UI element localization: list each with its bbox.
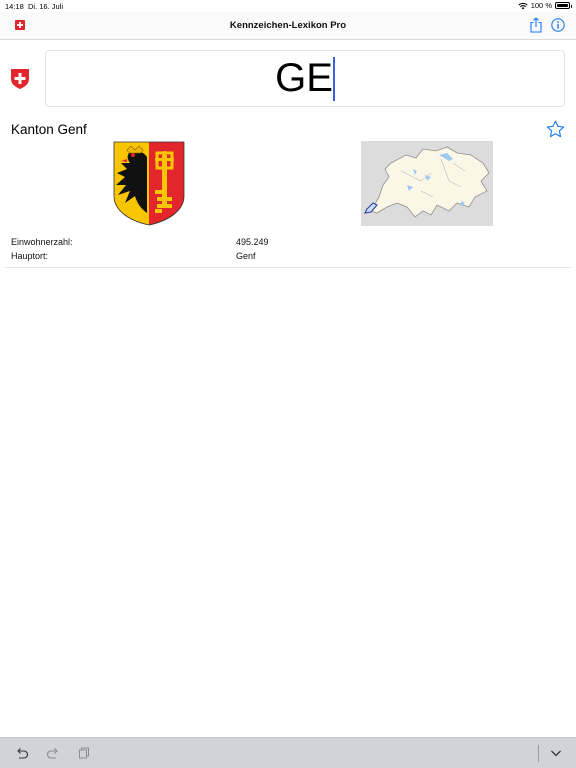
switzerland-locator-map — [361, 141, 493, 226]
plate-code-text: GE — [275, 56, 333, 100]
status-bar: 14:18 Di. 16. Juli 100 % — [0, 0, 576, 12]
fact-label-population: Einwohnerzahl: — [11, 237, 73, 247]
undo-icon[interactable] — [15, 746, 29, 760]
keyboard-shortcut-bar — [0, 737, 576, 768]
status-right: 100 % — [518, 1, 572, 10]
status-time: 14:18 — [5, 2, 24, 11]
status-date: Di. 16. Juli — [28, 2, 64, 11]
section-divider — [5, 267, 571, 268]
redo-icon[interactable] — [46, 746, 60, 760]
navigation-bar: Kennzeichen-Lexikon Pro — [0, 12, 576, 40]
plate-code-input[interactable]: GE — [45, 50, 565, 107]
fact-value-capital: Genf — [236, 251, 256, 261]
wifi-icon — [518, 2, 528, 9]
coat-of-arms-geneva — [113, 141, 185, 226]
page-title: Kennzeichen-Lexikon Pro — [229, 20, 347, 31]
fact-value-population: 495.249 — [236, 237, 269, 247]
battery-icon — [555, 2, 572, 9]
text-caret — [332, 56, 335, 101]
paste-icon[interactable] — [77, 746, 91, 760]
fact-label-capital: Hauptort: — [11, 251, 49, 261]
swiss-shield-icon[interactable] — [10, 68, 30, 90]
toolbar-separator — [538, 745, 539, 762]
dismiss-keyboard-icon[interactable] — [549, 746, 563, 760]
canton-title: Kanton Genf — [11, 122, 87, 137]
share-icon[interactable] — [529, 17, 543, 33]
star-outline-icon[interactable] — [546, 120, 565, 138]
info-icon[interactable] — [551, 18, 565, 32]
battery-percent: 100 % — [530, 1, 552, 10]
